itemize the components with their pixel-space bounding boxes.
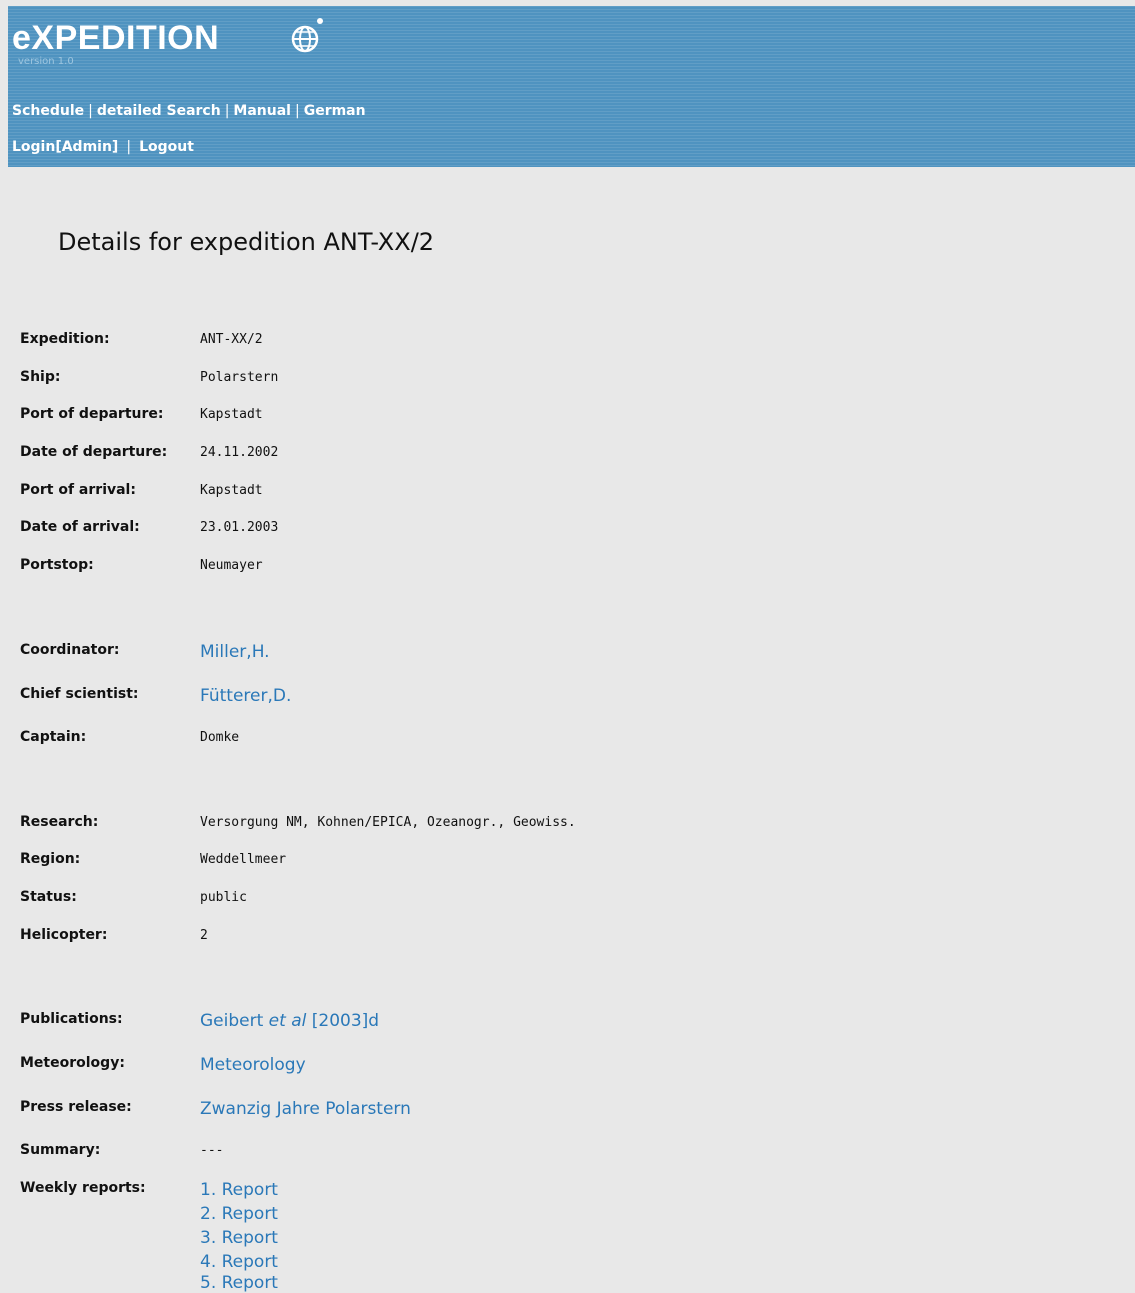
detail-value: --- — [200, 1143, 224, 1158]
detail-label: Press release: — [20, 1099, 132, 1115]
weekly-report-link[interactable]: 4. Report — [200, 1252, 278, 1272]
nav-separator: | — [88, 103, 93, 119]
chief-scientist-link[interactable]: Fütterer,D. — [200, 686, 291, 706]
detail-label: Chief scientist: — [20, 686, 139, 702]
weekly-report-link[interactable]: 1. Report — [200, 1180, 278, 1200]
detail-value: 2 — [200, 928, 208, 943]
main-nav: Schedule | detailed Search | Manual | German — [12, 103, 366, 119]
press-release-link[interactable]: Zwanzig Jahre Polarstern — [200, 1099, 411, 1119]
detail-value: Kapstadt — [200, 483, 263, 498]
login-admin-link[interactable]: Login[Admin] — [12, 139, 118, 155]
detail-label: Ship: — [20, 369, 61, 385]
publication-et-al: et al — [268, 1011, 307, 1031]
publication-author: Geibert — [200, 1011, 264, 1031]
nav-link-manual[interactable]: Manual — [233, 103, 291, 119]
nav-separator: | — [224, 103, 230, 119]
detail-label: Port of departure: — [20, 406, 164, 422]
detail-label: Summary: — [20, 1142, 101, 1158]
detail-label: Portstop: — [20, 557, 94, 573]
detail-label: Port of arrival: — [20, 482, 136, 498]
detail-value: public — [200, 890, 247, 905]
detail-label: Status: — [20, 889, 77, 905]
coordinator-link[interactable]: Miller,H. — [200, 642, 270, 662]
site-logo[interactable]: eXPEDITION — [12, 20, 219, 56]
weekly-report-link[interactable]: 3. Report — [200, 1228, 278, 1248]
version-label: version 1.0 — [18, 56, 74, 67]
detail-value: Weddellmeer — [200, 852, 287, 867]
nav-separator: | — [126, 139, 132, 155]
detail-label: Region: — [20, 851, 81, 867]
site-header: eXPEDITION version 1.0 Schedule | detailed… — [8, 6, 1135, 167]
page-title: Details for expedition ANT-XX/2 — [58, 228, 435, 256]
detail-label: Meteorology: — [20, 1055, 125, 1071]
meteorology-link[interactable]: Meteorology — [200, 1055, 306, 1075]
weekly-report-link[interactable]: 5. Report — [200, 1273, 278, 1293]
detail-value: Domke — [200, 730, 240, 745]
detail-label: Weekly reports: — [20, 1180, 146, 1196]
detail-value: Kapstadt — [200, 407, 263, 422]
detail-value: ANT-XX/2 — [200, 332, 263, 347]
detail-label: Date of arrival: — [20, 519, 140, 535]
account-nav: Login[Admin] | Logout — [12, 139, 194, 155]
detail-label: Date of departure: — [20, 444, 168, 460]
detail-label: Publications: — [20, 1011, 123, 1027]
nav-separator: | — [294, 103, 300, 119]
detail-label: Research: — [20, 814, 99, 830]
nav-link-schedule[interactable]: Schedule — [12, 103, 84, 119]
logout-link[interactable]: Logout — [139, 139, 194, 155]
detail-value: Polarstern — [200, 370, 279, 385]
globe-icon — [291, 18, 323, 53]
nav-link-german[interactable]: German — [304, 103, 366, 119]
detail-value: Versorgung NM, Kohnen/EPICA, Ozeanogr., … — [200, 815, 576, 830]
detail-value: 23.01.2003 — [200, 520, 279, 535]
detail-value: Neumayer — [200, 558, 263, 573]
detail-label: Coordinator: — [20, 642, 120, 658]
weekly-report-link[interactable]: 2. Report — [200, 1204, 278, 1224]
detail-label: Expedition: — [20, 331, 110, 347]
nav-link-detailed-search[interactable]: detailed Search — [97, 103, 221, 119]
publication-year: [2003]d — [311, 1011, 380, 1031]
detail-label: Captain: — [20, 729, 87, 745]
detail-label: Helicopter: — [20, 927, 108, 943]
detail-value: 24.11.2002 — [200, 445, 279, 460]
publication-link[interactable]: Geibert et al [2003]d — [200, 1011, 379, 1031]
